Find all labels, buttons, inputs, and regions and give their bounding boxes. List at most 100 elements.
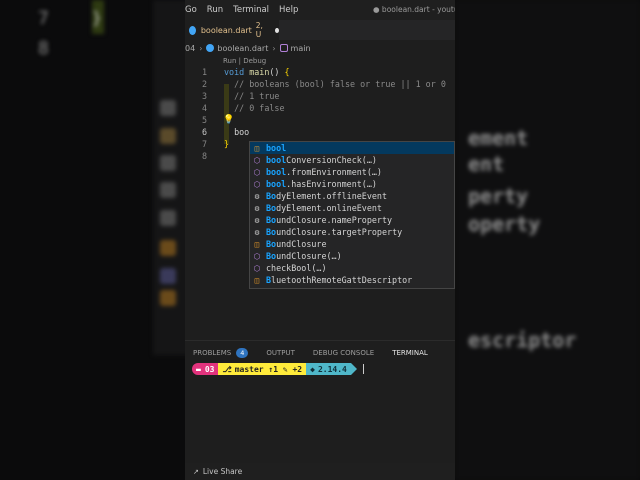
- tab-bar: boolean.dart 2, U: [185, 20, 455, 40]
- tab-status: 2, U: [255, 21, 263, 39]
- suggestion-match: Bo: [266, 215, 277, 225]
- suggestion-item[interactable]: ⚙ Bo undClosure.nameProperty: [250, 214, 454, 226]
- code-line[interactable]: 6 boo: [185, 127, 455, 139]
- suggestion-rest: dyElement.onlineEvent: [276, 203, 382, 213]
- suggestion-rest: .fromEnvironment(…): [286, 167, 382, 177]
- breadcrumb: 04 › boolean.dart › main: [185, 41, 311, 55]
- status-bar: ↗ Live Share: [185, 463, 455, 480]
- menu-run[interactable]: Run: [207, 5, 223, 15]
- suggestion-match: Bo: [266, 227, 277, 237]
- suggestion-rest: dyElement.offlineEvent: [276, 191, 388, 201]
- suggestion-item[interactable]: ⚙ Bo undClosure.targetProperty: [250, 226, 454, 238]
- code-token: boo: [224, 127, 250, 137]
- tab-problems[interactable]: PROBLEMS 4: [193, 348, 249, 358]
- codelens-run-debug[interactable]: Run | Debug: [223, 57, 266, 65]
- code-token: (): [269, 67, 285, 77]
- prompt-folder: 03: [204, 364, 215, 374]
- code-token: // 1 true: [224, 91, 280, 101]
- method-icon: ⬡: [253, 179, 261, 189]
- git-branch-icon: ⎇: [222, 364, 232, 374]
- prompt-version: 2.14.4: [317, 364, 347, 374]
- code-line[interactable]: 2 // booleans (bool) false or true || 1 …: [185, 79, 455, 91]
- unsaved-dot-icon[interactable]: [275, 27, 279, 33]
- code-token: // 0 false: [224, 103, 285, 113]
- prompt-git-segment: ⎇ master ↑1 ✎ +2: [218, 363, 307, 375]
- code-token: // booleans (bool) false or true || 1 or…: [224, 79, 446, 89]
- dart-file-icon: [189, 25, 196, 35]
- suggestion-rest: undClosure.targetProperty: [276, 227, 403, 237]
- problems-count-badge: 4: [236, 348, 249, 358]
- suggestion-item[interactable]: ⚙ Bo dyElement.onlineEvent: [250, 202, 454, 214]
- suggestion-item[interactable]: ⬡ Bo undClosure(…): [250, 250, 454, 262]
- menu-help[interactable]: Help: [279, 5, 298, 15]
- method-icon: ⬡: [253, 167, 261, 177]
- tab-debug-console-label: DEBUG CONSOLE: [312, 349, 375, 357]
- prompt-folder-segment: ▬ 03: [192, 363, 219, 375]
- suggestion-match: Bo: [266, 251, 277, 261]
- bg-line-number: 7: [38, 8, 49, 29]
- property-icon: ⚙: [254, 203, 260, 213]
- suggestion-item[interactable]: ⬡ checkBool(…): [250, 262, 454, 274]
- code-token: main: [249, 67, 270, 77]
- bg-word: operty: [468, 212, 541, 236]
- menu-go[interactable]: Go: [185, 5, 197, 15]
- autocomplete-widget: ◫ bool ⬡ bool ConversionCheck(…) ⬡ bool .fromEn…: [249, 141, 455, 289]
- suggestion-match: Bo: [266, 239, 277, 249]
- suggestion-match: bool: [266, 155, 287, 165]
- line-number: 5: [201, 115, 207, 125]
- breadcrumb-file[interactable]: boolean.dart: [217, 44, 268, 53]
- chevron-right-icon: ›: [272, 43, 276, 53]
- menu-terminal[interactable]: Terminal: [233, 5, 269, 15]
- suggestion-item[interactable]: ⬡ bool ConversionCheck(…): [250, 154, 454, 166]
- suggestion-item[interactable]: ⬡ bool .fromEnvironment(…): [250, 166, 454, 178]
- live-share-button[interactable]: Live Share: [203, 467, 242, 476]
- live-share-icon: ↗: [193, 467, 199, 476]
- breadcrumb-folder[interactable]: 04: [185, 44, 195, 53]
- code-line[interactable]: 4 // 0 false: [185, 103, 455, 115]
- code-text: // 1 true: [224, 91, 279, 101]
- lightbulb-icon[interactable]: 💡: [223, 115, 234, 125]
- code-token: void: [224, 67, 250, 77]
- tab-terminal-label: TERMINAL: [392, 349, 428, 357]
- tab-output-label: OUTPUT: [266, 349, 295, 357]
- tab-problems-label: PROBLEMS: [193, 349, 232, 357]
- suggestion-match: bool: [266, 179, 287, 189]
- property-icon: ⚙: [254, 191, 260, 201]
- code-line[interactable]: 3 // 1 true: [185, 91, 455, 103]
- prompt-git: master ↑1 ✎ +2: [234, 364, 303, 374]
- code-text: // 0 false: [224, 103, 285, 113]
- code-text: void main() {: [224, 67, 290, 77]
- tab-terminal[interactable]: TERMINAL: [392, 349, 428, 357]
- class-icon: ◫: [254, 239, 260, 249]
- bg-word: perty: [468, 184, 529, 208]
- suggestion-item[interactable]: ⬡ bool .hasEnvironment(…): [250, 178, 454, 190]
- menu-bar: Go Run Terminal Help ● boolean.dart - yo…: [185, 0, 455, 20]
- bottom-panel: PROBLEMS 4 OUTPUT DEBUG CONSOLE TERMINAL…: [185, 340, 455, 480]
- suggestion-rest: ConversionCheck(…): [286, 155, 377, 165]
- suggestion-item[interactable]: ⚙ Bo dyElement.offlineEvent: [250, 190, 454, 202]
- suggestion-item[interactable]: ◫ bool: [250, 142, 454, 154]
- suggestion-item[interactable]: ◫ BluetoothRemoteGattDescriptor: [250, 274, 454, 286]
- class-icon: ◫: [254, 143, 260, 153]
- suggestion-item[interactable]: ◫ Bo undClosure: [250, 238, 454, 250]
- dart-version-icon: ◆: [310, 364, 315, 374]
- folder-icon: ▬: [196, 364, 201, 374]
- code-line[interactable]: 1 void main() {: [185, 67, 455, 79]
- prompt-version-segment: ◆ 2.14.4: [306, 363, 351, 375]
- dart-file-icon: [206, 44, 215, 52]
- chevron-right-icon: ›: [199, 43, 203, 53]
- suggestion-rest: luetoothRemoteGattDescriptor: [271, 275, 413, 285]
- line-number: 7: [201, 139, 207, 149]
- tab-boolean-dart[interactable]: boolean.dart 2, U: [185, 20, 279, 40]
- line-number: 2: [201, 79, 207, 89]
- suggestion-rest: undClosure: [276, 239, 327, 249]
- property-icon: ⚙: [254, 215, 260, 225]
- tab-output[interactable]: OUTPUT: [266, 349, 295, 357]
- property-icon: ⚙: [254, 227, 260, 237]
- terminal-prompt: ▬ 03 ⎇ master ↑1 ✎ +2 ◆ 2.14.4: [192, 363, 364, 375]
- breadcrumb-symbol[interactable]: main: [291, 44, 311, 53]
- tab-debug-console[interactable]: DEBUG CONSOLE: [313, 349, 374, 357]
- window-title: ● boolean.dart - youtub: [373, 5, 455, 14]
- terminal-cursor: [362, 364, 364, 374]
- line-number: 6: [201, 127, 207, 137]
